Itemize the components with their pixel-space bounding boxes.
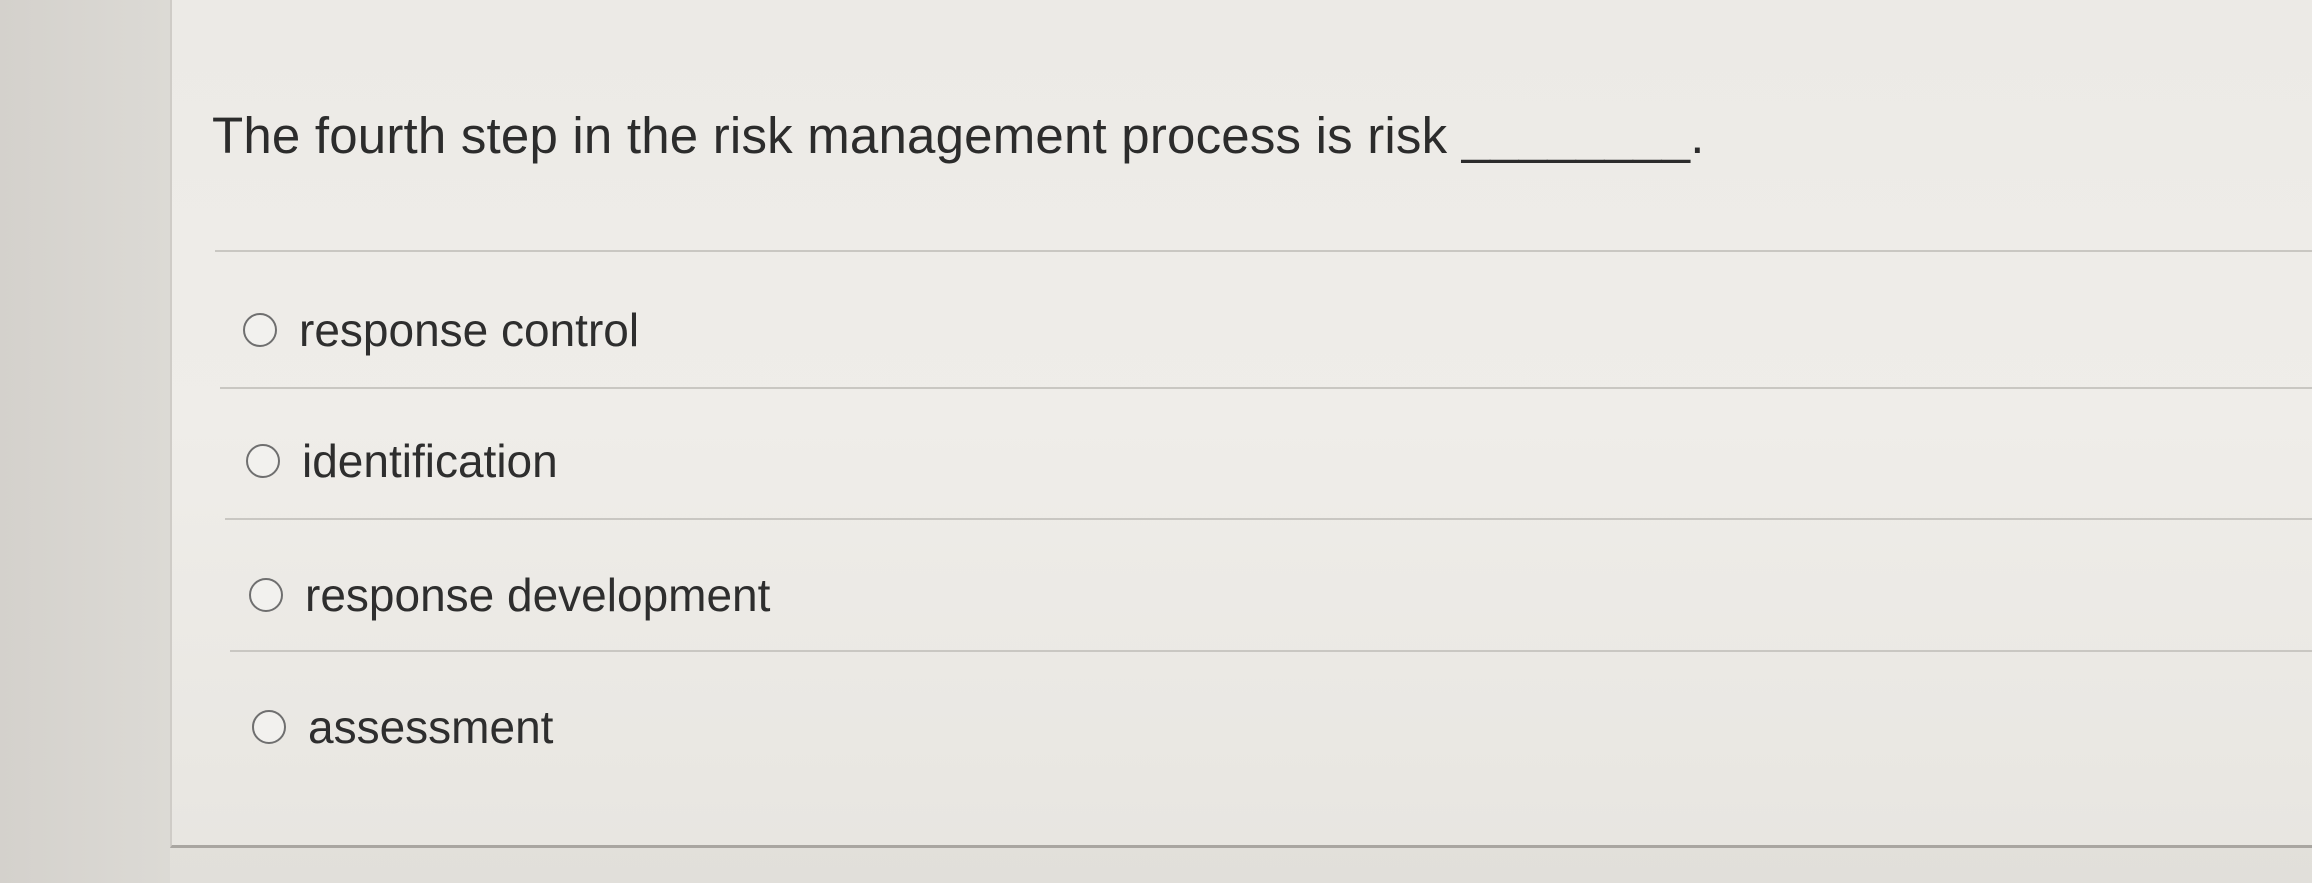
option-assessment[interactable]: assessment — [252, 700, 553, 754]
radio-button-icon[interactable] — [249, 578, 283, 612]
radio-button-icon[interactable] — [243, 313, 277, 347]
divider — [230, 650, 2312, 652]
radio-button-icon[interactable] — [246, 444, 280, 478]
divider — [220, 387, 2312, 389]
option-response-control[interactable]: response control — [243, 303, 639, 357]
option-label: response control — [299, 304, 640, 356]
divider — [225, 518, 2312, 520]
question-text: The fourth step in the risk management p… — [212, 107, 1705, 164]
screen: The fourth step in the risk management p… — [0, 0, 2312, 883]
divider — [215, 250, 2312, 252]
option-identification[interactable]: identification — [246, 434, 558, 488]
option-label: identification — [302, 435, 558, 487]
option-label: response development — [305, 569, 771, 621]
option-label: assessment — [308, 701, 554, 753]
radio-button-icon[interactable] — [252, 710, 286, 744]
left-gutter — [0, 0, 170, 883]
option-response-development[interactable]: response development — [249, 568, 770, 622]
